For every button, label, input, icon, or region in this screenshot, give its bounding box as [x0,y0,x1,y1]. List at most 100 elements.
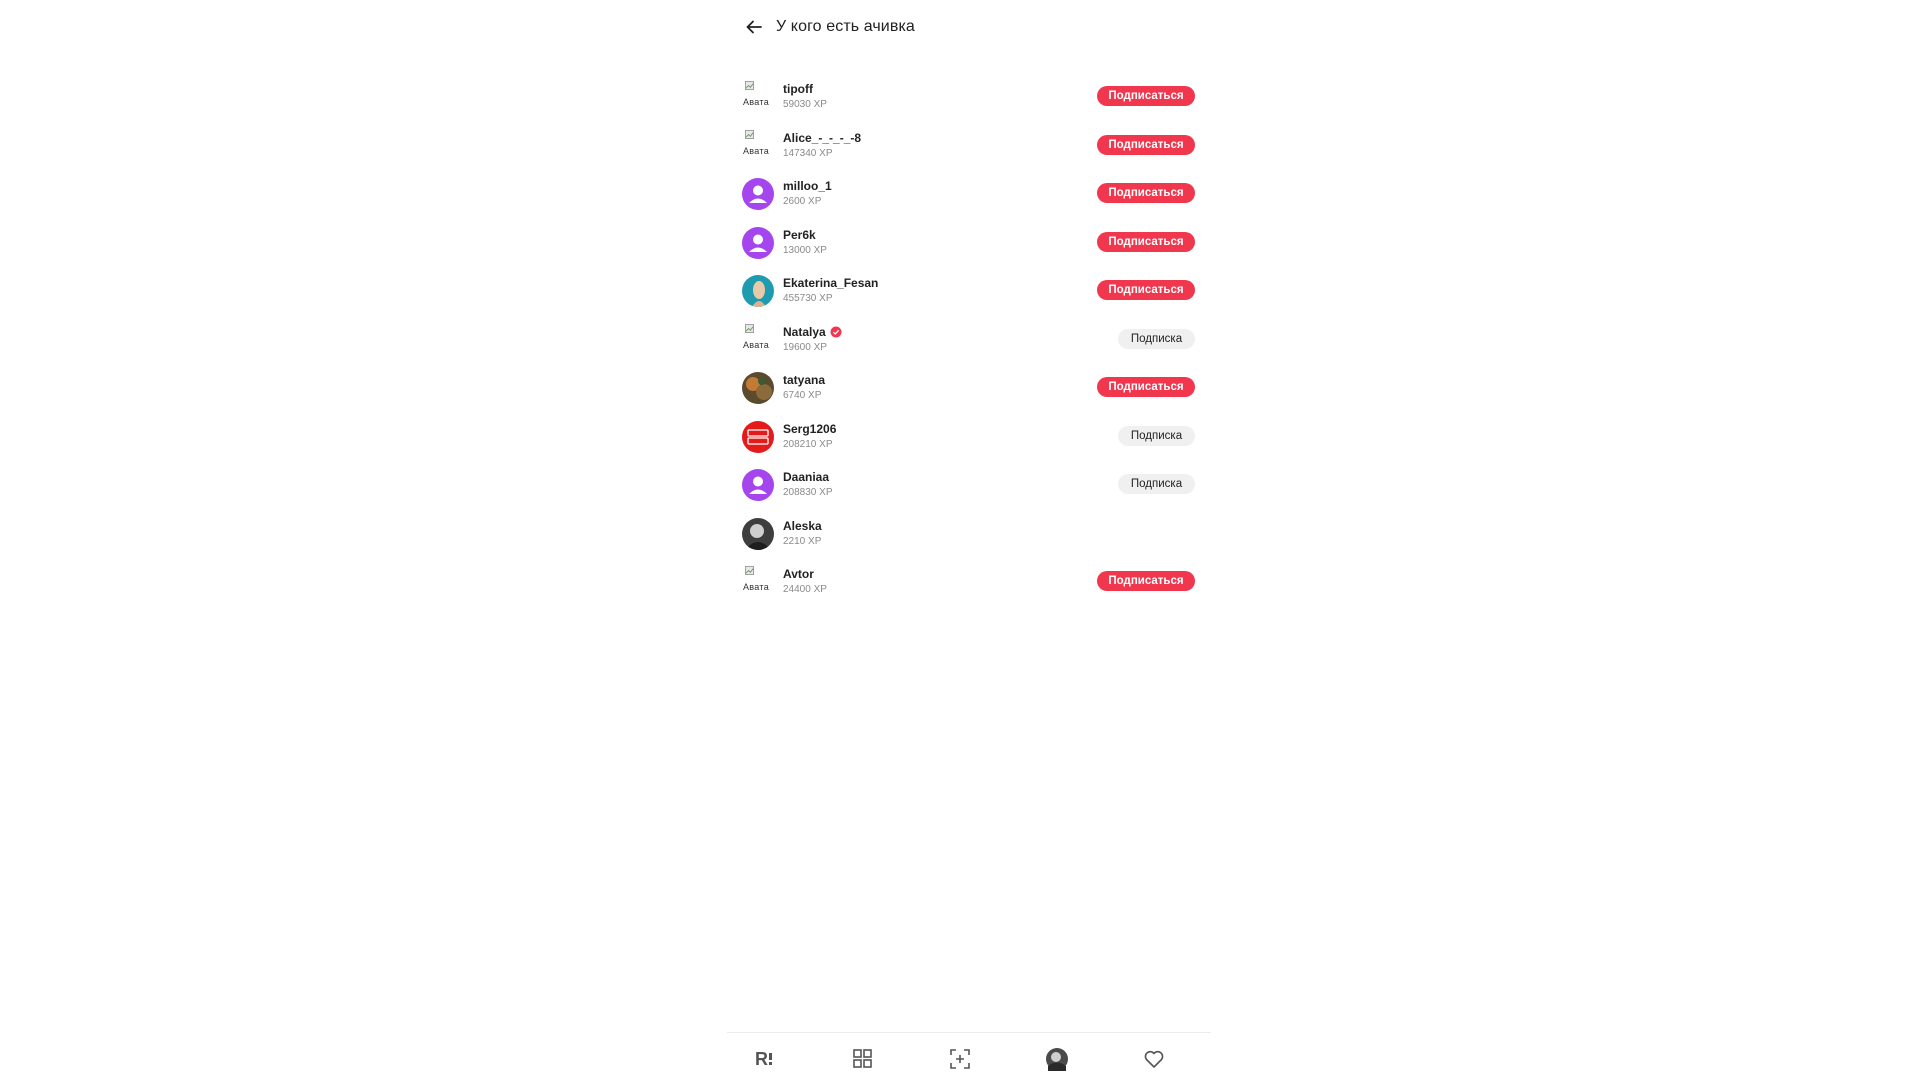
avatar-alt-text: Авата [743,582,770,592]
subscribed-button[interactable]: Подписка [1118,425,1195,446]
tab-favorites[interactable] [1142,1047,1166,1071]
broken-image-icon [745,81,754,90]
subscribe-button[interactable]: Подписаться [1097,280,1195,300]
user-name-row[interactable]: milloo_1 [783,179,832,193]
user-meta: Daaniaa 208830 XP [783,470,833,500]
user-meta: milloo_1 2600 XP [783,179,832,209]
list-item[interactable]: Per6k 13000 XP Подписаться [727,223,1211,272]
user-name-row[interactable]: tipoff [783,82,827,96]
subscribe-button[interactable]: Подписаться [1097,377,1195,397]
list-item[interactable]: Авата Alice_-_-_-_-8 147340 XP Подписаться [727,126,1211,175]
avatar-alt-text: Авата [743,97,770,107]
user-name-row[interactable]: Daaniaa [783,470,833,484]
avatar-logo[interactable] [742,420,774,453]
user-name-row[interactable]: Per6k [783,228,827,242]
list-item[interactable]: Авата tipoff 59030 XP Подписаться [727,77,1211,126]
list-item[interactable]: Авата Avtor 24400 XP Подписаться [727,562,1211,611]
broken-image-icon [745,566,754,575]
broken-image-icon [745,323,754,333]
avatar-broken-image[interactable]: Авата [742,81,774,113]
list-item[interactable]: milloo_1 2600 XP Подписаться [727,174,1211,223]
page-title: У кого есть ачивка [776,18,915,35]
user-xp: 208830 XP [783,487,833,498]
user-xp: 208210 XP [783,438,833,450]
user-meta: Ekaterina_Fesan 455730 XP [783,276,878,306]
list-item[interactable]: Ekaterina_Fesan 455730 XP Подписаться [727,271,1211,320]
user-silhouette-icon [749,476,767,494]
user-name-row[interactable]: Natalya [783,325,842,339]
user-name-row[interactable]: Ekaterina_Fesan [783,276,878,290]
catalog-grid-icon [853,1049,872,1068]
user-name-row[interactable]: Alice_-_-_-_-8 [783,131,861,145]
user-meta: Per6k 13000 XP [783,228,827,258]
user-meta: Alice_-_-_-_-8 147340 XP [783,131,861,161]
avatar-photo[interactable] [742,517,774,550]
profile-avatar-icon [1046,1048,1068,1071]
user-xp: 6740 XP [783,390,822,401]
user-meta: Natalya 19600 XP [783,325,842,355]
list-item[interactable]: Aleska 2210 XP [727,514,1211,563]
user-xp: 13000 XP [783,244,827,256]
list-item[interactable]: Daaniaa 208830 XP Подписка [727,465,1211,514]
user-name[interactable]: Aleska [783,519,822,533]
user-xp: 19600 XP [783,341,827,353]
avatar-alt-text: Авата [743,339,770,350]
user-name-row[interactable]: Serg1206 [783,422,836,436]
avatar-default[interactable] [742,178,774,210]
svg-text:R: R [755,1049,768,1069]
broken-image-icon [745,129,754,139]
tab-add[interactable] [948,1047,972,1071]
header: У кого есть ачивка [727,0,1211,56]
subscribe-button[interactable]: Подписаться [1097,231,1195,252]
user-meta: Avtor 24400 XP [783,567,827,597]
user-name-row[interactable]: tatyana [783,373,825,387]
user-xp: 24400 XP [783,584,827,595]
user-name[interactable]: Natalya [783,325,826,339]
user-xp: 59030 XP [783,99,827,110]
user-xp: 2600 XP [783,196,822,207]
home-logo-icon: R [755,1049,772,1069]
avatar-broken-image[interactable]: Авата [742,323,774,356]
user-silhouette-icon [749,234,767,252]
user-meta: Aleska 2210 XP [783,519,822,549]
user-name[interactable]: Ekaterina_Fesan [783,276,878,290]
bottom-tab-bar: R [727,1032,1211,1081]
avatar-default[interactable] [742,226,774,259]
subscribed-button[interactable]: Подписка [1118,474,1195,494]
user-name[interactable]: Alice_-_-_-_-8 [783,131,861,145]
list-item[interactable]: tatyana 6740 XP Подписаться [727,368,1211,417]
user-name[interactable]: Daaniaa [783,470,829,484]
tab-profile[interactable] [1045,1047,1069,1071]
user-xp: 455730 XP [783,293,833,304]
tab-catalog[interactable] [851,1047,875,1071]
user-list: Авата tipoff 59030 XP Подписаться Авата Alice… [727,77,1211,611]
tab-home[interactable]: R [754,1047,778,1071]
avatar-broken-image[interactable]: Авата [742,566,774,598]
achievement-holders-screen: У кого есть ачивка Авата tipoff 59030 XP По… [727,0,1211,1080]
back-button[interactable] [742,15,766,39]
avatar-default[interactable] [742,469,774,501]
list-item[interactable]: Авата Natalya 19600 XP Подписка [727,320,1211,369]
subscribed-button[interactable]: Подписка [1118,328,1195,349]
user-xp: 147340 XP [783,147,833,159]
user-name[interactable]: tipoff [783,82,813,96]
subscribe-button[interactable]: Подписаться [1097,86,1195,106]
subscribe-button[interactable]: Подписаться [1097,571,1195,591]
user-name[interactable]: tatyana [783,373,825,387]
user-name-row[interactable]: Aleska [783,519,822,533]
user-name[interactable]: milloo_1 [783,179,832,193]
avatar-alt-text: Авата [743,145,770,156]
avatar-broken-image[interactable]: Авата [742,129,774,162]
avatar-photo[interactable] [742,372,774,404]
user-meta: Serg1206 208210 XP [783,422,836,452]
subscribe-button[interactable]: Подписаться [1097,134,1195,155]
user-xp: 2210 XP [783,535,822,547]
list-item[interactable]: Serg1206 208210 XP Подписка [727,417,1211,466]
user-name[interactable]: Serg1206 [783,422,836,436]
arrow-left-icon [746,20,762,34]
user-name[interactable]: Per6k [783,228,816,242]
user-name-row[interactable]: Avtor [783,567,827,581]
user-name[interactable]: Avtor [783,567,814,581]
subscribe-button[interactable]: Подписаться [1097,183,1195,203]
avatar-photo[interactable] [742,275,774,307]
